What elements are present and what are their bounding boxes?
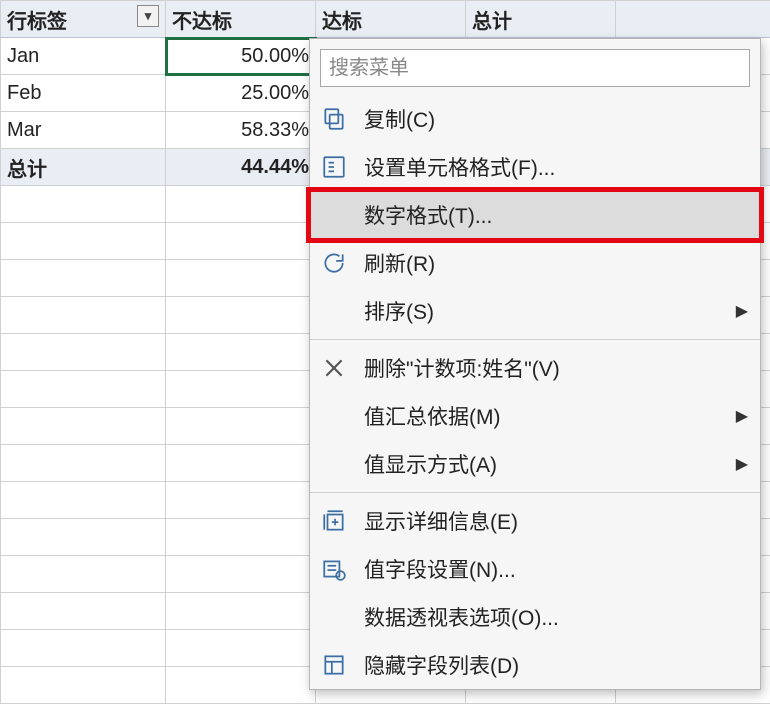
show-details-icon: [318, 505, 350, 537]
menu-label: 删除"计数项:姓名"(V): [364, 353, 748, 383]
menu-item-summarize-by[interactable]: 值汇总依据(M) ▶: [310, 392, 760, 440]
menu-separator: [310, 492, 760, 493]
col-header-rowlabels[interactable]: 行标签 ▾: [1, 1, 166, 38]
menu-item-show-details[interactable]: 显示详细信息(E): [310, 497, 760, 545]
format-cells-icon: [318, 151, 350, 183]
col-header-1[interactable]: 不达标: [166, 1, 316, 38]
col-header-extra: [616, 1, 770, 38]
context-menu: 复制(C) 设置单元格格式(F)... 数字格式(T)... 刷新(R) 排序(…: [309, 38, 761, 690]
row-label-total[interactable]: 总计: [1, 149, 166, 186]
cell-mar-1[interactable]: 58.33%: [166, 112, 316, 149]
submenu-arrow-icon: ▶: [728, 301, 748, 321]
menu-item-hide-field-list[interactable]: 隐藏字段列表(D): [310, 641, 760, 689]
filter-dropdown-icon[interactable]: ▾: [137, 5, 159, 27]
cell-feb-1[interactable]: 25.00%: [166, 75, 316, 112]
cell-jan-1[interactable]: 50.00%: [166, 38, 316, 75]
menu-label: 隐藏字段列表(D): [364, 650, 748, 680]
menu-label: 刷新(R): [364, 248, 748, 278]
menu-item-format-cells[interactable]: 设置单元格格式(F)...: [310, 143, 760, 191]
menu-item-pivottable-options[interactable]: 数据透视表选项(O)...: [310, 593, 760, 641]
menu-label: 设置单元格格式(F)...: [364, 152, 748, 182]
menu-item-sort[interactable]: 排序(S) ▶: [310, 287, 760, 335]
value-field-settings-icon: [318, 553, 350, 585]
delete-icon: [318, 352, 350, 384]
menu-item-value-field-settings[interactable]: 值字段设置(N)...: [310, 545, 760, 593]
copy-icon: [318, 103, 350, 135]
menu-search-input[interactable]: [320, 49, 750, 87]
submenu-arrow-icon: ▶: [728, 406, 748, 426]
menu-label: 显示详细信息(E): [364, 506, 748, 536]
col-header-3[interactable]: 总计: [466, 1, 616, 38]
menu-label: 复制(C): [364, 104, 748, 134]
menu-item-delete[interactable]: 删除"计数项:姓名"(V): [310, 344, 760, 392]
menu-label: 值显示方式(A): [364, 449, 728, 479]
menu-label: 排序(S): [364, 296, 728, 326]
submenu-arrow-icon: ▶: [728, 454, 748, 474]
menu-item-copy[interactable]: 复制(C): [310, 95, 760, 143]
row-label-feb[interactable]: Feb: [1, 75, 166, 112]
refresh-icon: [318, 247, 350, 279]
cell-total-1[interactable]: 44.44%: [166, 149, 316, 186]
menu-label: 值汇总依据(M): [364, 401, 728, 431]
menu-separator: [310, 339, 760, 340]
hide-field-list-icon: [318, 649, 350, 681]
menu-item-refresh[interactable]: 刷新(R): [310, 239, 760, 287]
menu-label: 数字格式(T)...: [364, 200, 748, 230]
col-header-2[interactable]: 达标: [316, 1, 466, 38]
row-label-mar[interactable]: Mar: [1, 112, 166, 149]
row-label-jan[interactable]: Jan: [1, 38, 166, 75]
menu-item-show-values-as[interactable]: 值显示方式(A) ▶: [310, 440, 760, 488]
menu-label: 值字段设置(N)...: [364, 554, 748, 584]
col-header-rowlabels-text: 行标签: [7, 11, 67, 33]
menu-item-number-format[interactable]: 数字格式(T)...: [310, 191, 760, 239]
menu-label: 数据透视表选项(O)...: [364, 602, 748, 632]
